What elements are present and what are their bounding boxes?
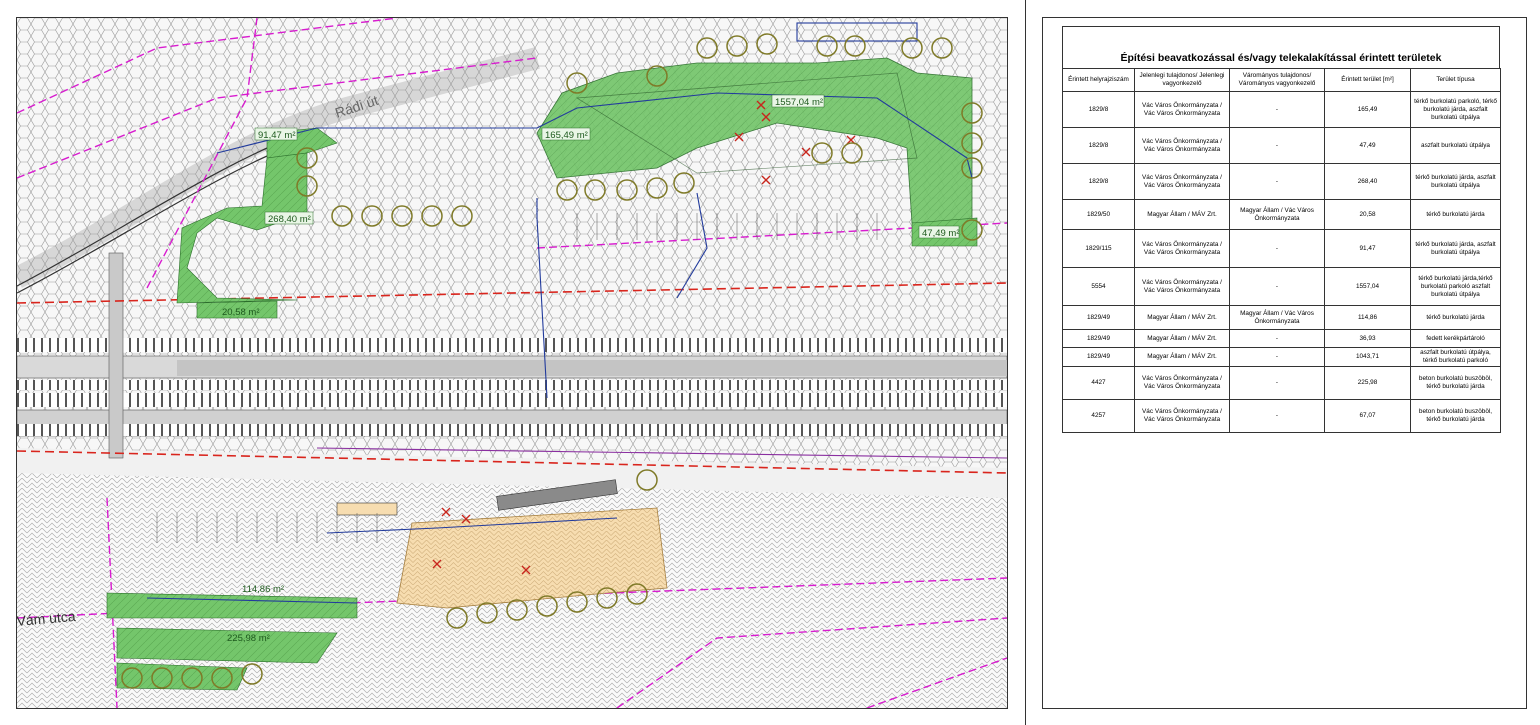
cell-current-owner: Magyar Állam / MÁV Zrt. (1134, 329, 1230, 348)
pedestrian-underpass (108, 252, 124, 459)
area-label-a4: 268,40 m² (268, 214, 311, 225)
cell-area: 165,49 (1324, 91, 1411, 128)
table-header-row: Érintett helyrajziszám Jelenlegi tulajdo… (1062, 68, 1501, 92)
cell-area-type: fedett kerékpártároló (1410, 329, 1501, 348)
table-row: 1829/49 Magyar Állam / MÁV Zrt. -1043,71 as… (1062, 347, 1501, 367)
cell-current-owner: Vác Város Önkormányzata / Vác Város Önko… (1134, 163, 1230, 200)
area-label-a7: 114,86 m² (242, 584, 284, 595)
cell-area: 91,47 (1324, 229, 1411, 268)
cell-parcel: 1829/49 (1062, 305, 1135, 330)
cell-area: 67,07 (1324, 399, 1411, 433)
cell-current-owner: Vác Város Önkormányzata / Vác Város Önko… (1134, 91, 1230, 128)
cell-area-type: térkő burkolatú járda,térkő burkolatú pa… (1410, 267, 1501, 306)
header-parcel: Érintett helyrajziszám (1062, 68, 1135, 92)
header-area: Érintett terület [m²] (1324, 68, 1411, 92)
cell-area: 1043,71 (1324, 347, 1411, 367)
cell-parcel: 1829/8 (1062, 163, 1135, 200)
table-row: 1829/49 Magyar Állam / MÁV Zrt. Magyar Áll… (1062, 305, 1501, 330)
table-row: 1829/50 Magyar Állam / MÁV Zrt. Magyar Áll… (1062, 199, 1501, 230)
cell-future-owner: Magyar Állam / Vác Város Önkormányzata (1229, 199, 1325, 230)
cell-area: 114,86 (1324, 305, 1411, 330)
cell-current-owner: Vác Város Önkormányzata / Vác Város Önko… (1134, 267, 1230, 306)
cell-area-type: térkő burkolatú járda (1410, 199, 1501, 230)
cell-current-owner: Vác Város Önkormányzata / Vác Város Önko… (1134, 127, 1230, 164)
cell-parcel: 4257 (1062, 399, 1135, 433)
cell-area: 20,58 (1324, 199, 1411, 230)
cell-parcel: 1829/50 (1062, 199, 1135, 230)
cell-area-type: aszfalt burkolatú útpálya (1410, 127, 1501, 164)
cell-parcel: 1829/115 (1062, 229, 1135, 268)
cell-area: 225,98 (1324, 366, 1411, 400)
area-label-a2: 165,49 m² (545, 130, 588, 141)
legend-sheet: Építési beavatkozással és/vagy telekalak… (1030, 0, 1540, 725)
cell-area-type: beton burkolatú buszöböl, térkő burkolat… (1410, 366, 1501, 400)
cell-area-type: beton burkolatú buszöböl, térkő burkolat… (1410, 399, 1501, 433)
area-label-a1: 91,47 m² (258, 130, 296, 141)
cell-parcel: 1829/49 (1062, 347, 1135, 367)
area-label-a8: 225,98 m² (227, 633, 270, 644)
cell-future-owner: - (1229, 329, 1325, 348)
cell-parcel: 1829/8 (1062, 91, 1135, 128)
area-label-a5: 47,49 m² (922, 228, 960, 239)
cell-area: 1557,04 (1324, 267, 1411, 306)
cell-current-owner: Vác Város Önkormányzata / Vác Város Önko… (1134, 399, 1230, 433)
plan-sheet: Rádi út Vám utca 91,47 m² 165,49 m² 1557… (0, 0, 1026, 725)
table-row: 1829/8 Vác Város Önkormányzata / Vác Váro… (1062, 127, 1501, 164)
header-area-type: Terület típusa (1410, 68, 1501, 92)
cell-parcel: 1829/49 (1062, 329, 1135, 348)
affected-areas-table: Érintett helyrajziszám Jelenlegi tulajdo… (1062, 68, 1501, 433)
site-plan-drawing: Rádi út Vám utca 91,47 m² 165,49 m² 1557… (17, 18, 1007, 708)
cell-parcel: 1829/8 (1062, 127, 1135, 164)
cell-future-owner: - (1229, 229, 1325, 268)
cell-parcel: 5554 (1062, 267, 1135, 306)
table-row: 4427 Vác Város Önkormányzata / Vác Város … (1062, 366, 1501, 400)
header-future-owner: Várományos tulajdonos/ Várományos vagyon… (1229, 68, 1325, 92)
area-label-a6: 20,58 m² (222, 307, 260, 318)
table-row: 1829/8 Vác Város Önkormányzata / Vác Váro… (1062, 163, 1501, 200)
table-row: 4257 Vác Város Önkormányzata / Vác Város … (1062, 399, 1501, 433)
cell-area-type: térkő burkolatú járda, aszfalt burkolatú… (1410, 163, 1501, 200)
cell-area-type: aszfalt burkolatú útpálya, térkő burkola… (1410, 347, 1501, 367)
table-row: 5554 Vác Város Önkormányzata / Vác Város … (1062, 267, 1501, 306)
table-row: 1829/49 Magyar Állam / MÁV Zrt. -36,93 fede… (1062, 329, 1501, 348)
cell-future-owner: - (1229, 91, 1325, 128)
table-body: 1829/8 Vác Város Önkormányzata / Vác Váro… (1062, 91, 1501, 433)
cell-parcel: 4427 (1062, 366, 1135, 400)
railway-track-4 (17, 424, 1007, 436)
bike-rack (336, 502, 398, 516)
cell-current-owner: Vác Város Önkormányzata / Vác Város Önko… (1134, 366, 1230, 400)
cell-current-owner: Magyar Állam / MÁV Zrt. (1134, 305, 1230, 330)
legend-frame: Építési beavatkozással és/vagy telekalak… (1042, 17, 1527, 709)
cell-current-owner: Magyar Állam / MÁV Zrt. (1134, 347, 1230, 367)
area-label-a3: 1557,04 m² (775, 97, 823, 108)
cell-current-owner: Vác Város Önkormányzata / Vác Város Önko… (1134, 229, 1230, 268)
cell-current-owner: Magyar Állam / MÁV Zrt. (1134, 199, 1230, 230)
cell-area-type: térkő burkolatú járda (1410, 305, 1501, 330)
cell-future-owner: - (1229, 399, 1325, 433)
railway-track-2 (17, 380, 1007, 390)
cell-future-owner: Magyar Állam / Vác Város Önkormányzata (1229, 305, 1325, 330)
table-row: 1829/8 Vác Város Önkormányzata / Vác Váro… (1062, 91, 1501, 128)
cell-area: 268,40 (1324, 163, 1411, 200)
cell-future-owner: - (1229, 127, 1325, 164)
railway-track-3 (17, 393, 1007, 407)
platform-canopy (177, 360, 1007, 376)
site-plan-map: Rádi út Vám utca 91,47 m² 165,49 m² 1557… (16, 17, 1008, 709)
cell-area: 36,93 (1324, 329, 1411, 348)
cell-future-owner: - (1229, 163, 1325, 200)
cell-future-owner: - (1229, 347, 1325, 367)
table-row: 1829/115 Vác Város Önkormányzata / Vác Vá… (1062, 229, 1501, 268)
header-current-owner: Jelenlegi tulajdonos/ Jelenlegi vagyonke… (1134, 68, 1230, 92)
table-title: Építési beavatkozással és/vagy telekalak… (1062, 26, 1500, 68)
cell-area-type: térkő burkolatú járda, aszfalt burkolatú… (1410, 229, 1501, 268)
affected-areas-table-wrap: Építési beavatkozással és/vagy telekalak… (1062, 26, 1501, 433)
cell-area-type: térkő burkolatú parkoló, térkő burkolatú… (1410, 91, 1501, 128)
cell-area: 47,49 (1324, 127, 1411, 164)
cell-future-owner: - (1229, 267, 1325, 306)
cell-future-owner: - (1229, 366, 1325, 400)
railway-track-1 (17, 338, 1007, 352)
